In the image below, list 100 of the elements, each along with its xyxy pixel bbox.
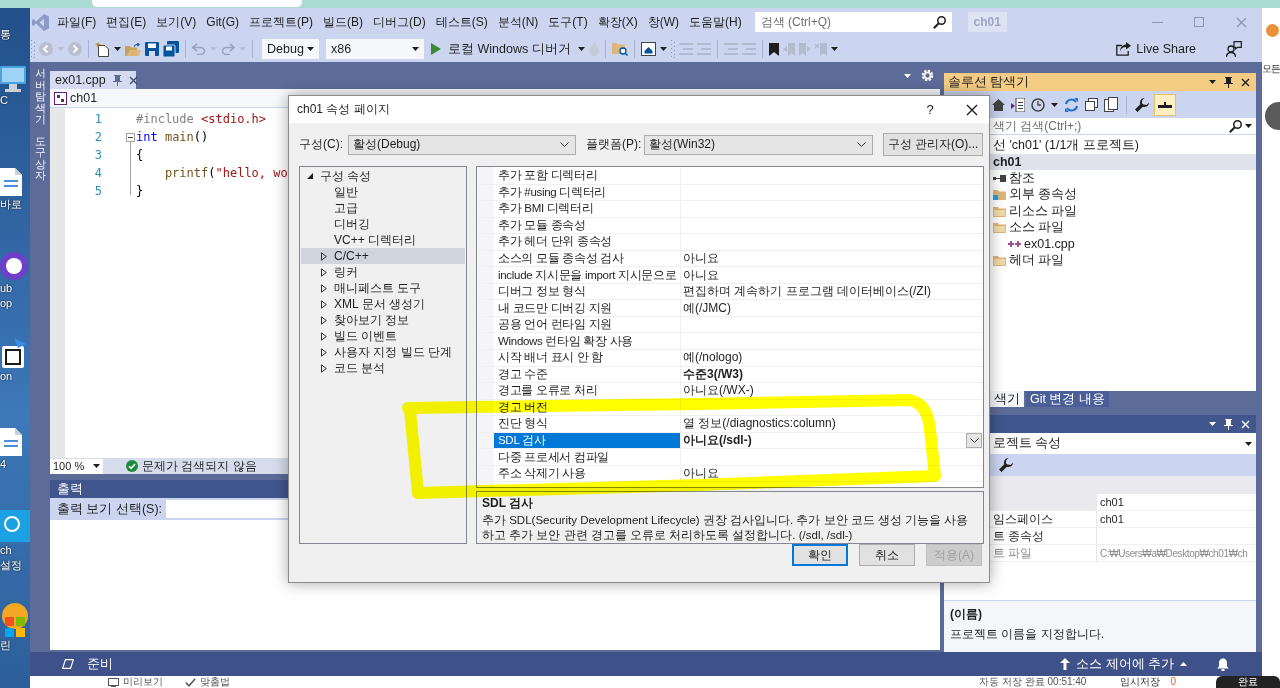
property-name[interactable]: 트 파일 [990, 545, 1096, 561]
menu-item[interactable]: 편집(E) [101, 11, 152, 33]
dropdown-button[interactable] [966, 433, 982, 448]
tree-item[interactable]: 선 'ch01' (1/1개 프로젝트) [990, 137, 1256, 154]
search-field[interactable]: 검색 (Ctrl+Q) [754, 12, 952, 32]
stacked-squares-icon[interactable] [1085, 98, 1098, 111]
menu-item[interactable]: 도구(T) [543, 11, 593, 33]
folder-search-icon[interactable] [611, 42, 628, 56]
save-all-icon[interactable] [163, 41, 179, 57]
up-arrow-icon[interactable] [1060, 658, 1071, 670]
tree-item[interactable]: 구성 속성 [301, 168, 465, 184]
preview-toggle[interactable] [1155, 94, 1175, 115]
property-name[interactable]: include 지시문을 import 지시문으로 [494, 267, 680, 283]
tree-item[interactable]: XML 문서 생성기 [301, 296, 465, 312]
live-share-button[interactable]: Live Share [1112, 38, 1200, 60]
desktop-icon-label[interactable]: 린 [0, 639, 11, 652]
menu-item[interactable]: 분석(N) [492, 11, 544, 33]
feedback-person-icon[interactable] [1226, 41, 1242, 57]
menu-item[interactable]: 파일(F) [52, 11, 102, 33]
collapsed-arrow-icon[interactable] [321, 315, 327, 325]
caret-icon[interactable] [93, 464, 100, 468]
tree-item[interactable]: 고급 [301, 200, 465, 216]
caret-icon[interactable] [307, 47, 314, 51]
scope-dropdown[interactable]: ch01 [70, 91, 98, 105]
property-name[interactable]: 공용 언어 런타임 지원 [494, 316, 680, 333]
menu-item[interactable]: 빌드(B) [318, 11, 368, 33]
property-value[interactable]: 아니요 [683, 266, 719, 284]
wrench-icon[interactable] [999, 458, 1013, 472]
pin-icon[interactable] [1224, 418, 1233, 430]
document-arrow-icon[interactable] [1011, 97, 1025, 112]
menu-item[interactable]: 디버그(D) [368, 11, 431, 33]
caret-icon[interactable] [577, 47, 585, 51]
zoom-dropdown[interactable]: 100 % [50, 458, 103, 474]
collapsed-arrow-icon[interactable] [321, 283, 327, 293]
property-name[interactable]: 추가 모듈 종속성 [494, 217, 680, 234]
caret-icon[interactable] [1245, 124, 1252, 128]
tree-item[interactable]: 리소스 파일 [990, 203, 1256, 220]
grip-icon[interactable] [670, 40, 675, 58]
search-field[interactable]: 색기 검색(Ctrl+;) [990, 118, 1256, 135]
property-name[interactable]: 트 종속성 [990, 528, 1096, 544]
configuration-manager-button[interactable]: 구성 관리자(O)... [883, 133, 983, 156]
property-name[interactable]: 추가 포함 디렉터리 [494, 168, 680, 184]
pin-icon[interactable] [1224, 76, 1233, 88]
tree-item[interactable]: 외부 종속성 [990, 186, 1256, 203]
expanded-arrow-icon[interactable] [307, 173, 313, 179]
property-value[interactable]: 아니요 [683, 250, 719, 267]
desktop-icon-label[interactable]: 4 [0, 458, 7, 471]
tree-item[interactable]: 소스 파일 [990, 219, 1256, 236]
property-name[interactable]: Windows 런타임 확장 사용 [494, 333, 680, 349]
menu-item[interactable]: 프로젝트(P) [244, 11, 318, 33]
menu-item[interactable]: 보기(V) [151, 11, 202, 33]
dialog-button[interactable]: 확인 [792, 544, 848, 566]
tree-item[interactable]: 빌드 이벤트 [301, 328, 465, 344]
panel-tab[interactable]: 색기 [990, 391, 1024, 407]
collapsed-arrow-icon[interactable] [321, 251, 327, 261]
refresh-icon[interactable] [1064, 97, 1079, 112]
window-icon[interactable] [640, 42, 656, 56]
caret-icon[interactable] [1209, 422, 1216, 426]
run-button[interactable]: 로컬 Windows 디버거 [428, 38, 574, 60]
property-name[interactable]: 경고를 오류로 처리 [494, 383, 680, 399]
save-icon[interactable] [145, 42, 159, 56]
caret-icon[interactable] [1051, 102, 1058, 107]
property-name[interactable]: 디버그 정보 형식 [494, 283, 680, 300]
property-value[interactable]: 예(/JMC) [683, 299, 731, 317]
tree-item[interactable]: 헤더 파일 [990, 252, 1256, 269]
caret-icon[interactable] [830, 47, 838, 51]
collapsed-arrow-icon[interactable] [321, 331, 327, 341]
footer-button[interactable]: 미리보기 [123, 676, 163, 688]
configuration-dropdown[interactable]: 활성(Debug) [348, 134, 576, 155]
platform-dropdown[interactable]: 활성(Win32) [644, 134, 873, 155]
desktop-icon-label[interactable]: op [0, 297, 13, 310]
clock-icon[interactable] [1031, 97, 1045, 112]
done-button[interactable]: 완료 [1216, 676, 1280, 688]
tree-item[interactable]: C/C++ [301, 248, 465, 264]
pages-icon[interactable] [1104, 97, 1118, 112]
configuration-dropdown[interactable]: Debug [262, 39, 319, 59]
desktop-icon-label[interactable]: on [0, 370, 13, 383]
property-name[interactable]: 추가 BMI 디렉터리 [494, 201, 680, 217]
property-name[interactable]: 시작 배너 표시 안 함 [494, 350, 680, 366]
property-value[interactable]: 수준3(/W3) [683, 365, 743, 383]
tree-item[interactable]: 링커 [301, 264, 465, 280]
property-value[interactable]: ch01 [1100, 513, 1124, 525]
help-button[interactable]: ? [915, 96, 945, 123]
menu-item[interactable]: 확장(X) [592, 11, 643, 33]
footer-button[interactable]: 맞춤법 [200, 676, 230, 688]
caret-up-icon[interactable] [1180, 662, 1187, 666]
property-value[interactable]: ch01 [1100, 496, 1124, 508]
caret-icon[interactable] [114, 47, 121, 51]
close-icon[interactable] [966, 103, 978, 116]
draft-button[interactable]: 임시저장 [1120, 676, 1161, 688]
property-value[interactable]: 열 정보(/diagnostics:column) [683, 415, 836, 433]
collapsed-arrow-icon[interactable] [321, 363, 327, 373]
caret-icon[interactable] [1209, 80, 1216, 84]
tree-item[interactable]: 참조 [990, 170, 1256, 187]
property-name[interactable]: 추가 헤더 단위 종속성 [494, 234, 680, 250]
desktop-icon-label[interactable]: 설정 [0, 559, 22, 572]
collapsed-arrow-icon[interactable] [321, 347, 327, 357]
close-icon[interactable] [128, 75, 138, 85]
tree-item[interactable]: 사용자 지정 빌드 단계 [301, 344, 465, 360]
property-value[interactable]: 아니요(/sdl-) [683, 432, 752, 450]
